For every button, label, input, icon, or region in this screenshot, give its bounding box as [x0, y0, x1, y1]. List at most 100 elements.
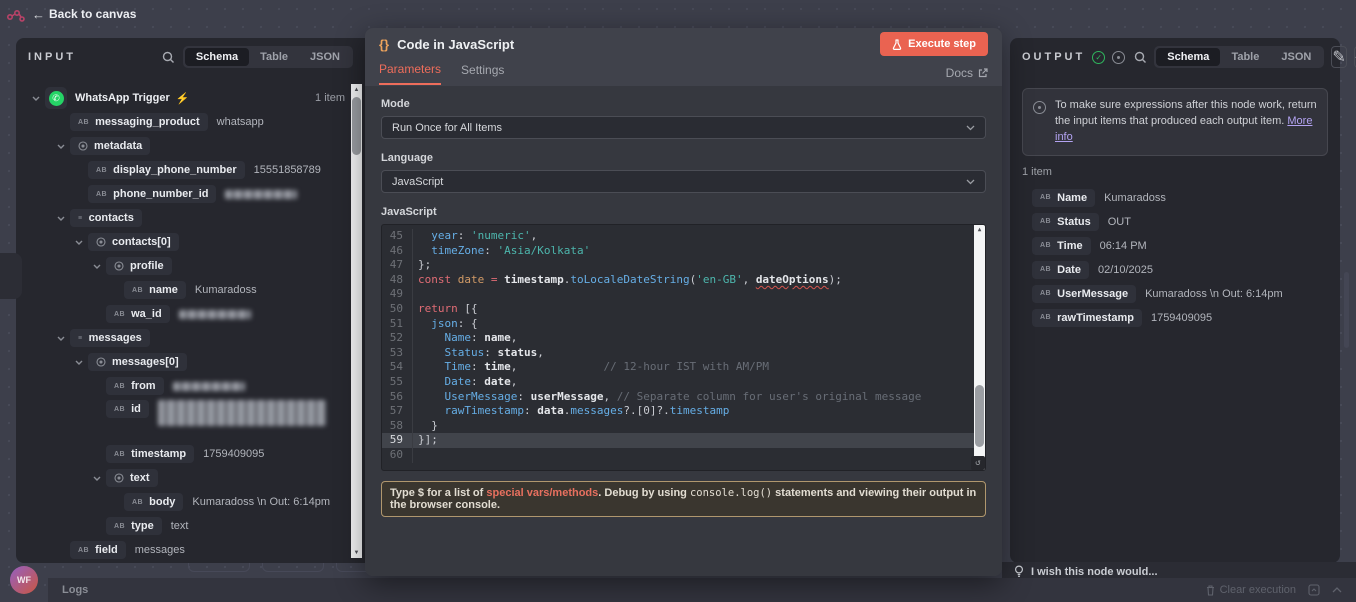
- schema-key-pill[interactable]: ABbody: [124, 493, 183, 511]
- whatsapp-trigger-icon: ✆: [45, 87, 67, 109]
- input-scrollbar[interactable]: ▲ ▼: [351, 84, 362, 558]
- clear-execution-button[interactable]: Clear execution: [1206, 584, 1296, 596]
- language-select[interactable]: JavaScript: [381, 170, 986, 193]
- line-number: 48: [382, 273, 412, 288]
- schema-key-pill[interactable]: ABfrom: [106, 377, 164, 395]
- tree-row: ABtimestamp1759409095: [16, 442, 351, 466]
- panel-icon[interactable]: [1308, 584, 1320, 596]
- string-type-icon: AB: [78, 119, 89, 126]
- execute-step-button[interactable]: Execute step: [880, 32, 988, 56]
- schema-key-label: display_phone_number: [113, 164, 236, 176]
- chevron-down-icon[interactable]: [73, 360, 85, 365]
- schema-key-pill[interactable]: text: [106, 469, 158, 487]
- input-scroll-thumb[interactable]: [352, 97, 361, 155]
- tree-row-trigger[interactable]: ✆ WhatsApp Trigger ⚡ 1 item: [16, 86, 351, 110]
- chevron-down-icon[interactable]: [91, 476, 103, 481]
- code-text: json: {: [412, 317, 478, 332]
- chevron-down-icon[interactable]: [55, 216, 67, 221]
- whatsapp-node-shortcut[interactable]: ✆: [0, 253, 22, 299]
- tree-row: profile: [16, 254, 351, 278]
- code-history-icon[interactable]: ↺: [971, 456, 985, 470]
- output-title: OUTPUT: [1022, 51, 1085, 63]
- schema-key-pill[interactable]: contacts[0]: [88, 233, 179, 251]
- chevron-down-icon[interactable]: [91, 264, 103, 269]
- output-key-pill[interactable]: ABTime: [1032, 237, 1091, 255]
- schema-key-pill[interactable]: profile: [106, 257, 172, 275]
- output-key-pill[interactable]: ABUserMessage: [1032, 285, 1136, 303]
- edit-output-button[interactable]: ✎: [1331, 46, 1346, 68]
- code-editor[interactable]: 45 year: 'numeric',46 timeZone: 'Asia/Ko…: [381, 224, 986, 471]
- schema-key-pill[interactable]: AB messaging_product: [70, 113, 208, 131]
- logs-bar[interactable]: Logs Clear execution: [48, 578, 1356, 602]
- tree-row: ABwa_id: [16, 302, 351, 326]
- chevron-down-icon[interactable]: [30, 96, 42, 101]
- line-number: 47: [382, 258, 412, 273]
- chevron-down-icon[interactable]: [55, 336, 67, 341]
- code-line: 51 json: {: [382, 317, 985, 332]
- output-search-icon[interactable]: [1134, 51, 1147, 64]
- chevron-down-icon[interactable]: [73, 240, 85, 245]
- mode-select[interactable]: Run Once for All Items: [381, 116, 986, 139]
- schema-key-pill[interactable]: ABdisplay_phone_number: [88, 161, 245, 179]
- schema-key-label: phone_number_id: [113, 188, 208, 200]
- schema-key-pill[interactable]: ABid: [106, 400, 149, 418]
- schema-key-pill[interactable]: ABphone_number_id: [88, 185, 216, 203]
- schema-key-label: messaging_product: [95, 116, 200, 128]
- back-to-canvas-link[interactable]: Back to canvas: [49, 7, 136, 21]
- output-value: 06:14 PM: [1100, 240, 1147, 252]
- editor-scroll-thumb[interactable]: [975, 385, 984, 447]
- tab-json[interactable]: JSON: [1270, 48, 1322, 66]
- output-key-pill[interactable]: ABName: [1032, 189, 1095, 207]
- schema-key-label: metadata: [94, 140, 142, 152]
- tab-json[interactable]: JSON: [299, 48, 351, 66]
- output-key-pill[interactable]: ABStatus: [1032, 213, 1099, 231]
- tab-table[interactable]: Table: [249, 48, 299, 66]
- output-view-tabs: SchemaTableJSON: [1154, 46, 1324, 68]
- scroll-up-icon[interactable]: ▲: [351, 84, 362, 95]
- output-key-pill[interactable]: ABrawTimestamp: [1032, 309, 1142, 327]
- tab-schema[interactable]: Schema: [185, 48, 249, 66]
- schema-key-label: wa_id: [131, 308, 162, 320]
- back-arrow-icon[interactable]: ←: [32, 7, 45, 22]
- schema-key-pill[interactable]: metadata: [70, 137, 150, 155]
- code-lines: 45 year: 'numeric',46 timeZone: 'Asia/Ko…: [382, 225, 985, 463]
- output-notice: To make sure expressions after this node…: [1022, 88, 1328, 156]
- tab-settings[interactable]: Settings: [461, 63, 504, 84]
- schema-key-pill[interactable]: ABname: [124, 281, 186, 299]
- schema-key-pill[interactable]: ≡contacts: [70, 209, 142, 227]
- tab-parameters[interactable]: Parameters: [379, 62, 441, 85]
- object-type-icon: [96, 237, 106, 247]
- schema-key-pill[interactable]: ≡messages: [70, 329, 150, 347]
- code-text: };: [412, 258, 431, 273]
- trigger-label: WhatsApp Trigger: [75, 92, 170, 104]
- code-line: 56 UserMessage: userMessage, // Separate…: [382, 390, 985, 405]
- scroll-up-icon[interactable]: ▲: [974, 225, 985, 236]
- string-type-icon: AB: [114, 406, 125, 413]
- schema-key-pill[interactable]: ABtimestamp: [106, 445, 194, 463]
- editor-scrollbar[interactable]: ▲: [974, 225, 985, 470]
- schema-key-label: body: [149, 496, 175, 508]
- code-line: 47};: [382, 258, 985, 273]
- schema-key-pill[interactable]: messages[0]: [88, 353, 187, 371]
- tab-schema[interactable]: Schema: [1156, 48, 1220, 66]
- node-title: Code in JavaScript: [397, 37, 872, 52]
- string-type-icon: AB: [1040, 314, 1051, 321]
- output-key-pill[interactable]: ABDate: [1032, 261, 1089, 279]
- tab-table[interactable]: Table: [1220, 48, 1270, 66]
- chevron-down-icon[interactable]: [55, 144, 67, 149]
- schema-key-pill[interactable]: ABtype: [106, 517, 162, 535]
- avatar[interactable]: WF: [10, 566, 38, 594]
- line-number: 51: [382, 317, 412, 332]
- code-line: 45 year: 'numeric',: [382, 229, 985, 244]
- schema-value: Kumaradoss: [195, 284, 257, 296]
- schema-key-pill[interactable]: ABwa_id: [106, 305, 170, 323]
- schema-key-pill[interactable]: ABfield: [70, 541, 126, 559]
- special-vars-link[interactable]: special vars/methods: [486, 487, 598, 499]
- collapse-chevron-icon[interactable]: [1332, 587, 1342, 593]
- output-value: 1759409095: [1151, 312, 1212, 324]
- output-key-label: Status: [1057, 216, 1091, 228]
- input-search-icon[interactable]: [162, 51, 175, 64]
- page-scroll-thumb[interactable]: [1344, 272, 1349, 348]
- scroll-down-icon[interactable]: ▼: [351, 547, 362, 558]
- docs-link[interactable]: Docs: [946, 66, 988, 80]
